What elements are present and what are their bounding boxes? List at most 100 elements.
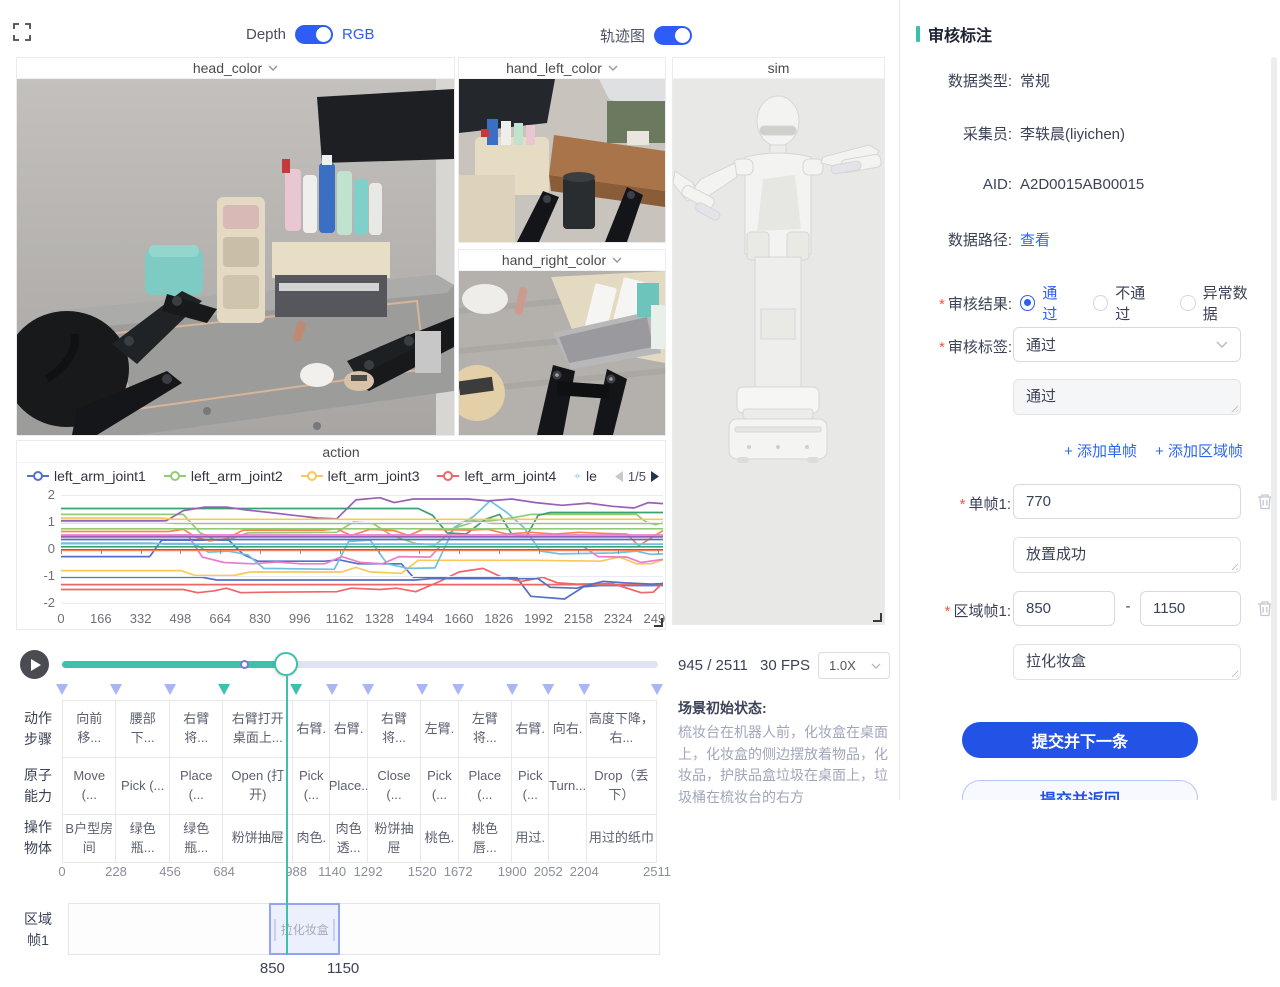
- step-cell-atomic[interactable]: Open (打开): [223, 758, 293, 815]
- playhead-line[interactable]: [286, 676, 288, 955]
- boundary-marker-1672[interactable]: [452, 684, 464, 695]
- boundary-marker-2052[interactable]: [542, 684, 554, 695]
- radio-option-pass[interactable]: 通过: [1020, 282, 1071, 324]
- step-cell-object[interactable]: 用过的纸巾: [587, 815, 657, 863]
- axis-number: 0: [58, 864, 65, 879]
- step-cell-atomic[interactable]: Drop（丢下）: [587, 758, 657, 815]
- step-cell-action[interactable]: 左臂.: [421, 701, 458, 758]
- step-cell-atomic[interactable]: Move (...: [63, 758, 116, 815]
- region-frame-box[interactable]: 拉化妆盒: [269, 903, 340, 955]
- boundary-marker-1900[interactable]: [506, 684, 518, 695]
- step-cell-object[interactable]: 用过.: [512, 815, 549, 863]
- review-tag-select[interactable]: 通过: [1013, 327, 1241, 362]
- resize-handle-icon[interactable]: [653, 617, 663, 627]
- boundary-marker-2204[interactable]: [578, 684, 590, 695]
- x-axis-tick: [141, 550, 142, 554]
- region-right-handle[interactable]: [333, 919, 335, 941]
- radio-option-fail[interactable]: 不通过: [1093, 282, 1158, 324]
- step-cell-action[interactable]: 左臂将...: [459, 701, 512, 758]
- step-cell-atomic[interactable]: Place (...: [170, 758, 223, 815]
- step-cell-atomic[interactable]: Place..: [330, 758, 367, 815]
- camera-select-hand-right[interactable]: hand_right_color: [459, 250, 665, 271]
- progress-slider[interactable]: [62, 661, 658, 668]
- boundary-marker-456[interactable]: [164, 684, 176, 695]
- view-data-path-link[interactable]: 查看: [1020, 229, 1050, 250]
- step-cell-atomic[interactable]: Close (...: [368, 758, 421, 815]
- step-cell-object[interactable]: 绿色瓶...: [116, 815, 169, 863]
- step-cell-atomic[interactable]: Pick (...: [293, 758, 330, 815]
- step-cell-action[interactable]: 右臂将...: [368, 701, 421, 758]
- review-tag-note-textarea[interactable]: 通过: [1013, 379, 1241, 415]
- legend-item-le[interactable]: le: [574, 468, 597, 484]
- step-cell-atomic[interactable]: Turn...: [549, 758, 586, 815]
- boundary-marker-1140[interactable]: [326, 684, 338, 695]
- trajectory-switch[interactable]: [654, 26, 692, 45]
- boundary-marker-684[interactable]: [218, 684, 230, 695]
- step-cell-object[interactable]: 粉饼抽屉: [223, 815, 293, 863]
- camera-panel-head: head_color: [16, 57, 455, 436]
- boundary-marker-0[interactable]: [56, 684, 68, 695]
- region-desc-textarea[interactable]: 拉化妆盒: [1013, 644, 1241, 680]
- step-cell-action[interactable]: 右臂.: [330, 701, 367, 758]
- region-track-bar[interactable]: 拉化妆盒: [68, 903, 660, 955]
- region-start-input[interactable]: [1026, 600, 1102, 617]
- radio-option-abnormal[interactable]: 异常数据: [1180, 282, 1260, 324]
- step-cell-atomic[interactable]: Pick (...: [512, 758, 549, 815]
- step-cell-atomic[interactable]: Pick (...: [421, 758, 458, 815]
- field-review-result: *审核结果: 通过 不通过 异常数据: [900, 282, 1260, 324]
- submit-next-button[interactable]: 提交并下一条: [962, 722, 1198, 758]
- step-cell-action[interactable]: 向右.: [549, 701, 586, 758]
- region-left-handle[interactable]: [274, 919, 276, 941]
- step-cell-object[interactable]: 肉色.: [293, 815, 330, 863]
- fullscreen-button[interactable]: [12, 22, 32, 42]
- progress-thumb[interactable]: [274, 652, 298, 676]
- add-region-frame-link[interactable]: + 添加区域帧: [1155, 440, 1243, 461]
- boundary-marker-1292[interactable]: [362, 684, 374, 695]
- step-cell-object[interactable]: 桃色唇...: [459, 815, 512, 863]
- review-panel-scrollbar[interactable]: [1271, 57, 1277, 801]
- step-cell-atomic[interactable]: Place (...: [459, 758, 512, 815]
- legend-item-left_arm_joint1[interactable]: left_arm_joint1: [27, 468, 146, 484]
- camera-select-hand-left[interactable]: hand_left_color: [459, 58, 665, 79]
- single-frame-marker-dot[interactable]: [240, 660, 249, 669]
- required-mark: *: [939, 296, 945, 313]
- x-axis-tick: [379, 550, 380, 554]
- legend-item-left_arm_joint2[interactable]: left_arm_joint2: [164, 468, 283, 484]
- single-frame-desc-textarea[interactable]: 放置成功: [1013, 537, 1241, 573]
- speed-value: 1.0X: [829, 658, 856, 673]
- sim-robot-viewport[interactable]: [673, 79, 884, 624]
- axis-number: 1140: [318, 864, 346, 879]
- step-cell-action[interactable]: 高度下降，右...: [587, 701, 657, 758]
- step-cell-object[interactable]: 绿色瓶...: [170, 815, 223, 863]
- legend-marker-icon: [301, 471, 323, 481]
- step-cell-object[interactable]: 粉饼抽屉: [368, 815, 421, 863]
- region-end-input[interactable]: [1153, 600, 1228, 617]
- step-cell-action[interactable]: 右臂打开桌面上...: [223, 701, 293, 758]
- resize-handle-icon[interactable]: [872, 612, 882, 622]
- legend-item-left_arm_joint3[interactable]: left_arm_joint3: [301, 468, 420, 484]
- step-cell-action[interactable]: 腰部下...: [116, 701, 169, 758]
- step-cell-action[interactable]: 向前移...: [63, 701, 116, 758]
- legend-item-left_arm_joint4[interactable]: left_arm_joint4: [437, 468, 556, 484]
- boundary-marker-1520[interactable]: [416, 684, 428, 695]
- camera-select-head[interactable]: head_color: [17, 58, 454, 79]
- boundary-marker-2511[interactable]: [651, 684, 663, 695]
- boundary-marker-228[interactable]: [110, 684, 122, 695]
- step-cell-action[interactable]: 右臂将...: [170, 701, 223, 758]
- speed-select[interactable]: 1.0X: [818, 652, 890, 679]
- legend-prev-icon[interactable]: [615, 471, 623, 482]
- step-cell-object[interactable]: 肉色透...: [330, 815, 367, 863]
- progress-fill: [62, 661, 287, 668]
- step-cell-action[interactable]: 右臂.: [512, 701, 549, 758]
- step-cell-object[interactable]: 桃色.: [421, 815, 458, 863]
- play-button[interactable]: [20, 650, 49, 679]
- add-single-frame-link[interactable]: + 添加单帧: [1064, 440, 1137, 461]
- step-cell-object[interactable]: [549, 815, 586, 863]
- legend-next-icon[interactable]: [651, 471, 659, 482]
- depth-rgb-switch[interactable]: [295, 25, 333, 44]
- single-frame-input[interactable]: [1026, 493, 1228, 510]
- step-cell-action[interactable]: 右臂.: [293, 701, 330, 758]
- step-cell-atomic[interactable]: Pick (...: [116, 758, 169, 815]
- boundary-marker-988[interactable]: [290, 684, 302, 695]
- step-cell-object[interactable]: B户型房间: [63, 815, 116, 863]
